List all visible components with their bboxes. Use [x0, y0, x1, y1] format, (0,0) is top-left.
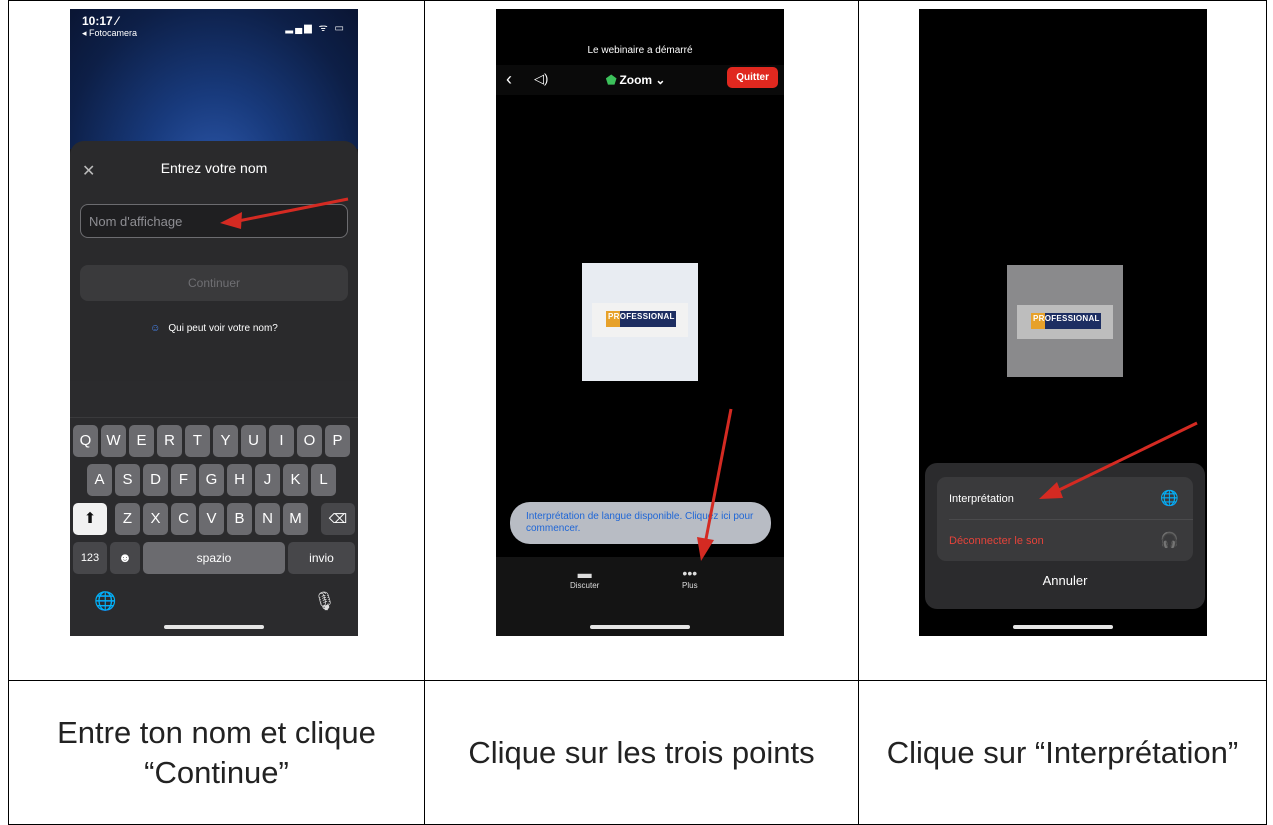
shift-key-icon[interactable]: ⬆ [73, 503, 107, 535]
meeting-nav-bar: ‹ ◁) ⬟ Zoom ⌄ Quitter [496, 65, 784, 95]
interpretation-label: Interprétation [949, 493, 1014, 505]
key[interactable]: G [199, 464, 224, 496]
key[interactable]: Y [213, 425, 238, 457]
back-chevron-icon[interactable]: ‹ [506, 69, 512, 90]
key[interactable]: E [129, 425, 154, 457]
globe-icon: 🌐 [1160, 490, 1179, 507]
home-indicator [1013, 625, 1113, 629]
interpretation-available-toast[interactable]: Interprétation de langue disponible. Cli… [510, 502, 771, 544]
professional-logo: PROFESSIONAL [592, 303, 688, 337]
key[interactable]: Q [73, 425, 98, 457]
disconnect-audio-menu-item[interactable]: Déconnecter le son 🎧 [937, 521, 1193, 561]
home-indicator [590, 625, 690, 629]
key[interactable]: J [255, 464, 280, 496]
key[interactable]: P [325, 425, 350, 457]
speaker-video-tile: PROFESSIONAL [1007, 265, 1123, 377]
home-indicator [164, 625, 264, 629]
globe-icon[interactable]: 🌐 [94, 591, 116, 612]
key[interactable]: B [227, 503, 252, 535]
key[interactable]: V [199, 503, 224, 535]
key[interactable]: L [311, 464, 336, 496]
tab-more-label: Plus [682, 581, 698, 590]
shield-icon: ⬟ [606, 73, 617, 87]
key[interactable]: S [115, 464, 140, 496]
key[interactable]: D [143, 464, 168, 496]
key[interactable]: O [297, 425, 322, 457]
action-group: Interprétation 🌐 Déconnecter le son 🎧 [937, 477, 1193, 561]
key[interactable]: X [143, 503, 168, 535]
key[interactable]: N [255, 503, 280, 535]
key[interactable]: C [171, 503, 196, 535]
display-name-input[interactable]: Nom d'affichage [80, 204, 348, 238]
step-1-caption: Entre ton nom et clique “Continue” [8, 680, 425, 825]
emoji-key-icon[interactable]: ☻ [110, 542, 140, 574]
steps-table: 10:17 ⁄ ◂ Fotocamera ▂▄▆ ᯤ ▭ ✕ Entrez vo… [8, 0, 1267, 825]
backspace-key-icon[interactable]: ⌫ [321, 503, 355, 535]
key[interactable]: K [283, 464, 308, 496]
person-icon: ☺ [150, 323, 161, 334]
speaker-icon[interactable]: ◁) [534, 71, 548, 87]
step-3-caption: Clique sur “Interprétation” [858, 680, 1267, 825]
key[interactable]: H [227, 464, 252, 496]
step-2-caption: Clique sur les trois points [424, 680, 859, 825]
tab-more[interactable]: ••• Plus [682, 565, 698, 590]
webinar-started-banner: Le webinaire a démarré [587, 45, 693, 56]
return-key[interactable]: invio [288, 542, 355, 574]
sheet-title: Entrez votre nom [160, 160, 268, 176]
headphones-off-icon: 🎧 [1160, 532, 1179, 549]
key[interactable]: Z [115, 503, 140, 535]
more-icon: ••• [682, 565, 698, 581]
interpretation-menu-item[interactable]: Interprétation 🌐 [937, 479, 1193, 519]
meeting-name: Zoom ⌄ [619, 73, 666, 87]
step-1-screenshot-cell: 10:17 ⁄ ◂ Fotocamera ▂▄▆ ᯤ ▭ ✕ Entrez vo… [8, 0, 425, 681]
space-key[interactable]: spazio [143, 542, 285, 574]
phone-screenshot-name-entry: 10:17 ⁄ ◂ Fotocamera ▂▄▆ ᯤ ▭ ✕ Entrez vo… [70, 9, 358, 636]
key[interactable]: U [241, 425, 266, 457]
step-2-screenshot-cell: Le webinaire a démarré ‹ ◁) ⬟ Zoom ⌄ Quit… [424, 0, 859, 681]
name-sheet: ✕ Entrez votre nom Nom d'affichage Conti… [70, 141, 358, 381]
leave-button[interactable]: Quitter [727, 67, 778, 88]
key[interactable]: M [283, 503, 308, 535]
key[interactable]: W [101, 425, 126, 457]
keyboard-row-4: 123 ☻ spazio invio [70, 542, 358, 576]
signal-wifi-battery-icon: ▂▄▆ ᯤ ▭ [285, 23, 346, 34]
numbers-key[interactable]: 123 [73, 542, 107, 574]
key[interactable]: R [157, 425, 182, 457]
microphone-icon[interactable]: 🎙 [313, 591, 336, 612]
key[interactable]: T [185, 425, 210, 457]
step-3-screenshot-cell: PROFESSIONAL Interprétation 🌐 Déconnecte… [858, 0, 1267, 681]
meeting-title[interactable]: ⬟ Zoom ⌄ [606, 73, 666, 87]
phone-screenshot-more-menu: PROFESSIONAL Interprétation 🌐 Déconnecte… [919, 9, 1207, 636]
divider [949, 519, 1193, 520]
suggestion-bar [70, 381, 358, 418]
cancel-button[interactable]: Annuler [925, 573, 1205, 588]
keyboard-row-1: Q W E R T Y U I O P [70, 425, 358, 459]
tab-chat-label: Discuter [570, 581, 600, 590]
status-bar: 10:17 ⁄ ◂ Fotocamera ▂▄▆ ᯤ ▭ [82, 14, 346, 44]
keyboard-row-3: ⬆ Z X C V B N M ⌫ [70, 503, 358, 537]
continue-button[interactable]: Continuer [80, 265, 348, 301]
logo-text: PROFESSIONAL [1033, 314, 1100, 323]
chat-icon: ▬ [577, 565, 592, 581]
keyboard-bottom-bar: 🌐 🎙 [70, 591, 358, 621]
key[interactable]: I [269, 425, 294, 457]
keyboard-row-2: A S D F G H J K L [70, 464, 358, 498]
logo-text: PROFESSIONAL [608, 312, 675, 321]
more-action-sheet: Interprétation 🌐 Déconnecter le son 🎧 An… [925, 463, 1205, 609]
key[interactable]: A [87, 464, 112, 496]
who-can-see-link[interactable]: ☺ Qui peut voir votre nom? [70, 323, 358, 334]
disconnect-audio-label: Déconnecter le son [949, 535, 1044, 547]
close-icon[interactable]: ✕ [82, 161, 95, 181]
tab-chat[interactable]: ▬ Discuter [570, 565, 599, 590]
key[interactable]: F [171, 464, 196, 496]
phone-screenshot-zoom-meeting: Le webinaire a démarré ‹ ◁) ⬟ Zoom ⌄ Quit… [496, 9, 784, 636]
professional-logo: PROFESSIONAL [1017, 305, 1113, 339]
speaker-video-tile: PROFESSIONAL [582, 263, 698, 381]
who-can-see-label: Qui peut voir votre nom? [168, 323, 278, 334]
